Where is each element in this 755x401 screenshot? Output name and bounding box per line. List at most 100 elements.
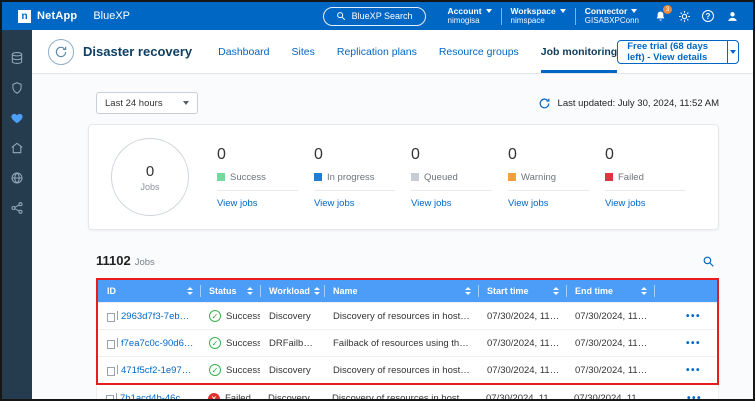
stat-label: Queued	[424, 172, 458, 183]
column-header-name[interactable]: Name	[324, 280, 478, 302]
table-row[interactable]: 2963d7f3-7eb0-475d Success Discovery Dis…	[98, 302, 717, 329]
stat-label: Failed	[618, 172, 644, 183]
tab-dashboard[interactable]: Dashboard	[218, 30, 269, 73]
storage-icon[interactable]	[10, 50, 25, 65]
table-row[interactable]: f7ea7c0c-90d6-49b2 Success DRFailback Fa…	[98, 329, 717, 356]
topbar-menus: Account nimogisa Workspace nimspace Conn…	[448, 6, 639, 27]
tab-replication-plans[interactable]: Replication plans	[337, 30, 417, 73]
row-actions-menu[interactable]	[654, 338, 717, 349]
stat-value: 0	[314, 146, 395, 164]
job-name: Discovery of resources in host 172.21.16…	[324, 311, 478, 322]
search-label: BlueXP Search	[352, 11, 413, 21]
tab-job-monitoring[interactable]: Job monitoring	[541, 30, 617, 73]
mobility-icon[interactable]	[10, 140, 25, 155]
view-jobs-link[interactable]: View jobs	[605, 198, 686, 209]
stat-warning: 0 Warning View jobs	[508, 146, 605, 209]
failed-icon	[208, 393, 220, 400]
column-header-end-time[interactable]: End time	[566, 280, 654, 302]
column-header-id[interactable]: ID	[98, 280, 200, 302]
topbar-divider	[575, 8, 576, 25]
row-actions-menu[interactable]	[653, 393, 718, 399]
job-workload: Discovery	[259, 393, 323, 399]
job-id-link[interactable]: 471f5cf2-1e97-48ca-...	[121, 365, 194, 376]
job-id-link[interactable]: f7ea7c0c-90d6-49b2	[121, 338, 194, 349]
sort-icon[interactable]	[243, 287, 253, 295]
job-name: Discovery of resources in host 172.21.16…	[323, 393, 477, 399]
sort-icon[interactable]	[310, 287, 320, 295]
stat-label: In progress	[327, 172, 375, 183]
job-workload: DRFailback	[260, 338, 324, 349]
notifications-button[interactable]: 3	[653, 9, 667, 23]
protection-icon[interactable]	[10, 110, 25, 125]
workspace-value: nimspace	[511, 16, 566, 26]
workspace-label: Workspace	[511, 6, 556, 17]
stat-value: 0	[411, 146, 492, 164]
job-id-link[interactable]: 2963d7f3-7eb0-475d	[121, 311, 194, 322]
column-header-workload[interactable]: Workload	[260, 280, 324, 302]
refresh-icon[interactable]	[538, 97, 551, 110]
job-name: Discovery of resources in host 172.21.16…	[324, 365, 478, 376]
connector-value: GISABXPConn	[585, 16, 639, 26]
settings-button[interactable]	[677, 9, 691, 23]
account-menu[interactable]: Account nimogisa	[448, 6, 492, 27]
copy-icon[interactable]	[106, 395, 114, 399]
sort-icon[interactable]	[637, 287, 647, 295]
top-bar: n NetApp BlueXP BlueXP Search Account ni…	[2, 2, 753, 30]
tab-sites[interactable]: Sites	[292, 30, 315, 73]
chevron-down-icon	[486, 9, 492, 13]
job-id-link[interactable]: 7b1acd4b-46c4-494...	[120, 393, 193, 399]
chevron-down-icon	[560, 9, 566, 13]
job-workload: Discovery	[260, 311, 324, 322]
copy-icon[interactable]	[107, 313, 115, 322]
success-icon	[209, 310, 221, 322]
user-menu-button[interactable]	[725, 9, 739, 23]
row-actions-menu[interactable]	[654, 311, 717, 322]
stat-success: 0 Success View jobs	[217, 146, 314, 209]
topbar-divider	[501, 8, 502, 25]
column-header-status[interactable]: Status	[200, 280, 260, 302]
view-jobs-link[interactable]: View jobs	[411, 198, 492, 209]
bluexp-search-button[interactable]: BlueXP Search	[323, 7, 426, 26]
time-range-select[interactable]: Last 24 hours	[96, 92, 198, 114]
share-icon[interactable]	[10, 200, 25, 215]
copy-icon[interactable]	[107, 367, 115, 376]
column-header-actions	[654, 280, 717, 302]
job-end-time: 07/30/2024, 11:44:...	[566, 365, 654, 376]
tab-resource-groups[interactable]: Resource groups	[439, 30, 519, 73]
copy-icon[interactable]	[107, 340, 115, 349]
search-icon[interactable]	[702, 255, 715, 268]
total-jobs-label: Jobs	[140, 182, 159, 192]
column-header-start-time[interactable]: Start time	[478, 280, 566, 302]
free-trial-label: Free trial (68 days left) - View details	[618, 41, 727, 63]
view-jobs-link[interactable]: View jobs	[508, 198, 589, 209]
view-jobs-link[interactable]: View jobs	[314, 198, 395, 209]
sort-icon[interactable]	[549, 287, 559, 295]
job-end-time: 07/30/2024, 11:49:...	[566, 338, 654, 349]
chevron-down-icon	[183, 101, 189, 105]
total-jobs-value: 0	[146, 163, 154, 180]
stat-in-progress: 0 In progress View jobs	[314, 146, 411, 209]
stat-label: Success	[230, 172, 266, 183]
jobs-list-header: 11102Jobs	[96, 252, 715, 270]
jobs-table-header: ID Status Workload Name Start time End t…	[98, 280, 717, 302]
table-row[interactable]: 471f5cf2-1e97-48ca-... Success Discovery…	[98, 356, 717, 383]
queued-legend-icon	[411, 173, 419, 181]
row-actions-menu[interactable]	[654, 365, 717, 376]
connector-label: Connector	[585, 6, 628, 17]
help-button[interactable]: ?	[701, 9, 715, 23]
success-icon	[209, 337, 221, 349]
view-jobs-link[interactable]: View jobs	[217, 198, 298, 209]
connector-menu[interactable]: Connector GISABXPConn	[585, 6, 639, 27]
governance-icon[interactable]	[10, 80, 25, 95]
sort-icon[interactable]	[461, 287, 471, 295]
workspace-menu[interactable]: Workspace nimspace	[511, 6, 566, 27]
job-status: Success	[226, 311, 260, 322]
free-trial-button[interactable]: Free trial (68 days left) - View details	[617, 40, 739, 64]
job-end-time: 07/30/2024, 11:52:...	[566, 311, 654, 322]
table-row[interactable]: 7b1acd4b-46c4-494... Failed Discovery Di…	[97, 385, 718, 399]
extend-icon[interactable]	[10, 170, 25, 185]
sort-icon[interactable]	[183, 287, 193, 295]
free-trial-dropdown[interactable]	[727, 41, 738, 63]
job-status: Success	[226, 338, 260, 349]
stat-failed: 0 Failed View jobs	[605, 146, 702, 209]
